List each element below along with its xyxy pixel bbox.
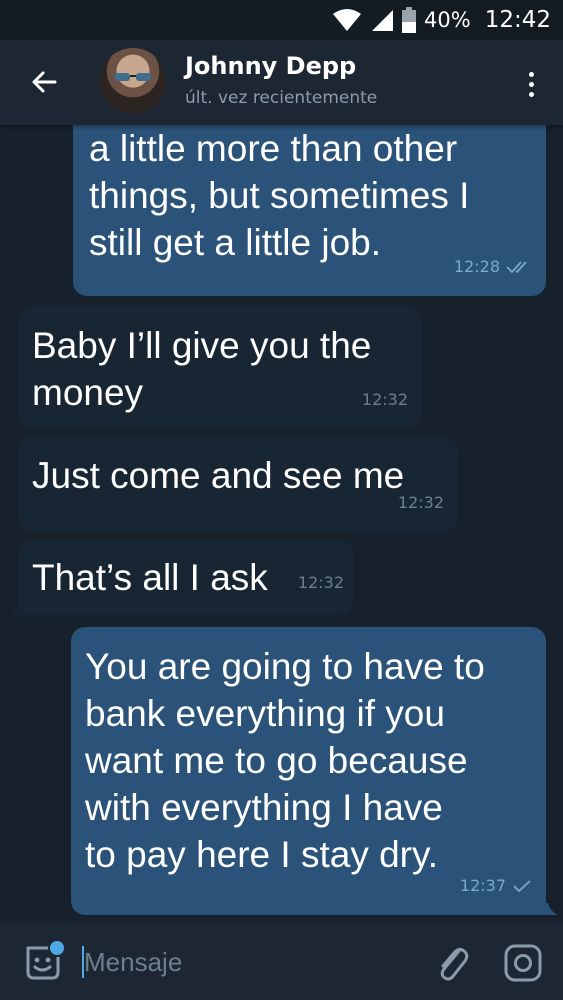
notification-dot	[48, 939, 66, 957]
message-text: You are going to have to bank everything…	[85, 646, 485, 875]
message-time: 12:32	[361, 390, 408, 409]
avatar[interactable]	[100, 48, 166, 114]
message-bubble-incoming[interactable]: Just come and see me 12:32	[18, 437, 458, 532]
more-vert-icon	[528, 71, 534, 77]
double-check-icon	[506, 260, 527, 273]
message-text: That’s all I ask	[32, 557, 268, 598]
more-options-button[interactable]	[519, 62, 543, 106]
bubble-tail	[544, 903, 558, 915]
message-input[interactable]	[84, 941, 404, 983]
sunglasses-icon	[115, 73, 151, 81]
battery-percentage: 40%	[424, 8, 471, 32]
battery-icon	[402, 7, 417, 33]
message-time: 12:28	[453, 257, 500, 276]
camera-icon[interactable]	[503, 943, 543, 983]
back-button[interactable]	[22, 60, 66, 104]
status-clock: 12:42	[484, 7, 551, 33]
message-bubble-incoming[interactable]: Baby I’ll give you the money 12:32	[18, 306, 422, 429]
message-bubble-outgoing[interactable]: You are going to have to bank everything…	[71, 627, 546, 915]
message-time: 12:37	[459, 876, 506, 895]
single-check-icon	[513, 879, 531, 892]
signal-icon	[372, 10, 394, 31]
chat-header: Johnny Depp últ. vez recientemente	[0, 40, 563, 125]
message-bubble-incoming[interactable]: That’s all I ask 12:32	[18, 540, 354, 614]
composer	[0, 923, 563, 1000]
message-time: 12:32	[397, 493, 444, 512]
message-time: 12:32	[297, 573, 344, 592]
message-text: Just come and see me	[32, 455, 405, 496]
attach-icon[interactable]	[432, 941, 472, 985]
status-bar: 40% 12:42	[0, 0, 563, 40]
message-bubble-outgoing[interactable]: only covers the rent and a little more t…	[73, 125, 546, 296]
message-text: Baby I’ll give you the money	[32, 325, 372, 413]
back-arrow-icon	[32, 71, 57, 93]
message-list[interactable]: only covers the rent and a little more t…	[0, 125, 563, 923]
wifi-icon	[333, 9, 362, 31]
last-seen-status: últ. vez recientemente	[185, 88, 378, 108]
contact-name[interactable]: Johnny Depp	[185, 52, 356, 80]
